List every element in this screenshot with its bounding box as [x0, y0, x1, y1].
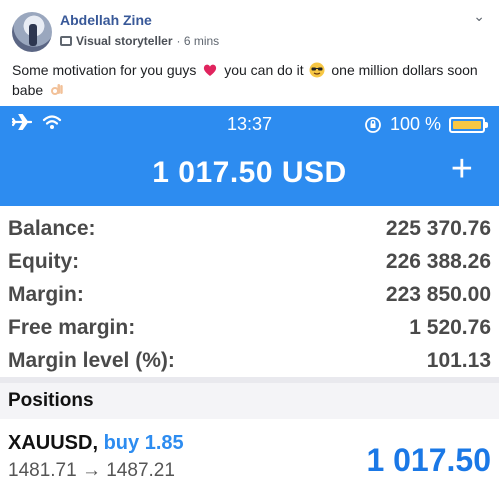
avatar[interactable]	[12, 12, 52, 52]
summary-row-free-margin: Free margin: 1 520.76	[0, 311, 499, 344]
positions-heading: Positions	[0, 383, 499, 419]
account-header: 13:37 100 % 1 017.50 USD +	[0, 106, 499, 206]
summary-label: Free margin:	[8, 315, 136, 339]
summary-value: 223 850.00	[385, 282, 491, 306]
summary-row-margin-level: Margin level (%): 101.13	[0, 344, 499, 377]
battery-percent: 100 %	[389, 114, 441, 134]
account-profit-total: 1 017.50 USD	[152, 156, 347, 189]
post-text: Some motivation for you guys you can do …	[12, 60, 487, 100]
orientation-lock-icon	[365, 116, 381, 133]
battery-icon	[449, 116, 488, 133]
position-profit: 1 017.50	[366, 442, 491, 478]
heart-emoji-icon	[204, 64, 217, 76]
position-symbol: XAUUSD,	[8, 432, 99, 454]
trading-app-screenshot: 13:37 100 % 1 017.50 USD + Balance: 225 …	[0, 106, 499, 492]
summary-value: 101.13	[426, 348, 491, 372]
badge-icon	[60, 36, 72, 46]
post-text-part-2: you can do it	[224, 62, 304, 78]
position-prices: 1481.71 → 1487.21	[8, 460, 175, 481]
post-text-part-1: Some motivation for you guys	[12, 62, 197, 78]
summary-label: Balance:	[8, 216, 96, 240]
position-title: XAUUSD, buy 1.85	[8, 432, 184, 455]
ok-hand-emoji-icon	[51, 84, 63, 95]
summary-label: Margin level (%):	[8, 348, 175, 372]
summary-row-balance: Balance: 225 370.76	[0, 212, 499, 245]
summary-row-margin: Margin: 223 850.00	[0, 278, 499, 311]
summary-label: Equity:	[8, 249, 80, 273]
summary-row-equity: Equity: 226 388.26	[0, 245, 499, 278]
facebook-post: Abdellah Zine Visual storyteller · 6 min…	[0, 0, 499, 106]
summary-value: 1 520.76	[409, 315, 491, 339]
author-role: Visual storyteller	[76, 34, 173, 48]
chevron-down-icon[interactable]: ⌄	[473, 8, 485, 25]
post-time[interactable]: · 6 mins	[177, 34, 220, 48]
position-row[interactable]: XAUUSD, buy 1.85 1481.71 → 1487.21 1 017…	[0, 426, 499, 492]
author-name[interactable]: Abdellah Zine	[60, 12, 152, 28]
sunglasses-emoji-icon	[309, 62, 325, 78]
position-side: buy 1.85	[103, 432, 184, 454]
account-summary: Balance: 225 370.76 Equity: 226 388.26 M…	[0, 212, 499, 419]
add-order-button[interactable]: +	[451, 150, 473, 188]
post-meta: Visual storyteller · 6 mins	[60, 34, 219, 48]
status-bar: 13:37 100 %	[0, 112, 499, 136]
summary-value: 225 370.76	[385, 216, 491, 240]
summary-value: 226 388.26	[385, 249, 491, 273]
summary-label: Margin:	[8, 282, 84, 306]
